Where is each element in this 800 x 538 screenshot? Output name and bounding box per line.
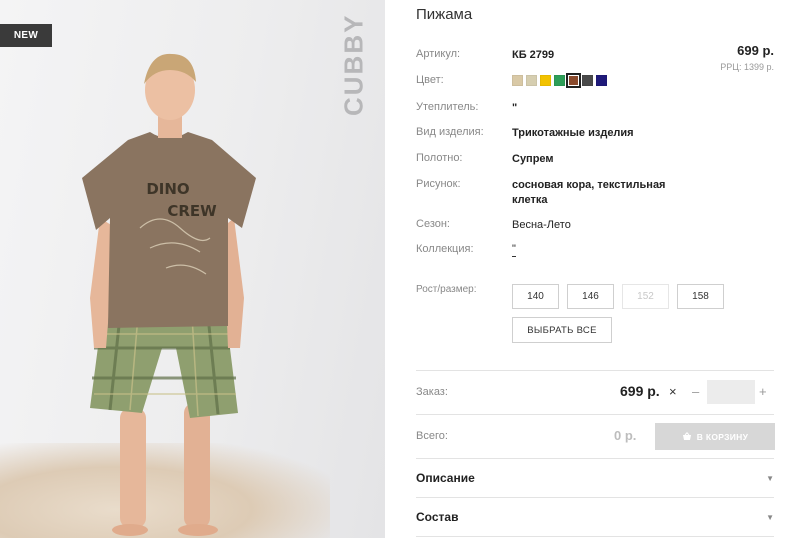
order-price: 699 р. — [620, 383, 660, 399]
color-swatch-7[interactable] — [596, 75, 607, 86]
size-selector-label-row: Рост/размер: — [416, 284, 512, 295]
product-price: 699 р. — [737, 43, 774, 58]
divider — [416, 458, 774, 459]
color-swatch-2[interactable] — [526, 75, 537, 86]
add-to-cart-button[interactable]: В КОРЗИНУ — [655, 423, 775, 450]
size-option-152: 152 — [622, 284, 669, 309]
divider — [416, 497, 774, 498]
color-swatch-6[interactable] — [582, 75, 593, 86]
basket-icon — [682, 432, 691, 440]
color-swatch-3[interactable] — [540, 75, 551, 86]
spec-season: Сезон: Весна-Лето — [416, 218, 571, 233]
color-swatches — [512, 73, 607, 88]
size-label: Рост/размер: — [416, 284, 477, 295]
total-value: 0 р. — [614, 428, 637, 443]
spec-label: Полотно: — [416, 152, 463, 164]
quantity-input[interactable] — [707, 380, 755, 404]
spec-value: " — [512, 243, 516, 257]
product-title: Пижама — [416, 6, 473, 23]
spec-label: Цвет: — [416, 74, 444, 86]
spec-label: Рисунок: — [416, 178, 461, 190]
product-photo[interactable]: NEW CUBBY DINO CREW — [0, 0, 385, 538]
chevron-down-icon: ▼ — [766, 473, 774, 483]
decrease-quantity-button[interactable]: – — [692, 384, 699, 399]
spec-value-line: сосновая кора, текстильная — [512, 179, 666, 191]
spec-value: Супрем — [512, 153, 554, 165]
spec-label: Вид изделия: — [416, 126, 484, 138]
divider — [416, 414, 774, 415]
shirt-print-line2: CREW — [167, 202, 217, 220]
color-swatch-4[interactable] — [554, 75, 565, 86]
divider — [416, 370, 774, 371]
new-badge: NEW — [0, 24, 52, 47]
divider — [416, 536, 774, 537]
model-figure: DINO CREW — [82, 53, 256, 536]
spec-pattern: Рисунок: сосновая кора, текстильная клет… — [416, 178, 665, 208]
total-label: Всего: — [416, 430, 448, 442]
chevron-down-icon: ▼ — [766, 512, 774, 522]
spec-insulation: Утеплитель: " — [416, 101, 517, 116]
spec-collection: Коллекция: " — [416, 243, 516, 257]
spec-label: Сезон: — [416, 218, 450, 230]
spec-label: Утеплитель: — [416, 101, 479, 113]
spec-label: Артикул: — [416, 48, 461, 60]
spec-value: " — [512, 102, 518, 114]
spec-value: КБ 2799 — [512, 49, 555, 61]
spec-article: Артикул: КБ 2799 — [416, 48, 554, 63]
order-label: Заказ: — [416, 386, 448, 398]
recommended-retail-price: РРЦ: 1399 р. — [720, 62, 774, 72]
brand-logo: CUBBY — [338, 13, 369, 117]
select-all-sizes-button[interactable]: ВЫБРАТЬ ВСЕ — [512, 317, 612, 343]
accordion-title: Описание — [416, 471, 475, 485]
size-option-158[interactable]: 158 — [677, 284, 724, 309]
size-option-146[interactable]: 146 — [567, 284, 614, 309]
add-to-cart-label: В КОРЗИНУ — [696, 431, 749, 442]
color-swatch-5[interactable] — [566, 73, 581, 88]
spec-value: Весна-Лето — [512, 219, 571, 231]
accordion-composition[interactable]: Состав ▼ — [416, 506, 774, 528]
accordion-description[interactable]: Описание ▼ — [416, 467, 774, 489]
spec-value: сосновая кора, текстильная клетка — [512, 178, 665, 208]
multiply-icon: × — [669, 384, 677, 399]
size-option-140[interactable]: 140 — [512, 284, 559, 309]
shirt-print-line1: DINO — [146, 180, 189, 198]
increase-quantity-button[interactable]: + — [759, 384, 767, 399]
size-options: 140 146 152 158 — [512, 284, 724, 309]
spec-item-type: Вид изделия: Трикотажные изделия — [416, 126, 634, 141]
spec-value-line: клетка — [512, 194, 548, 206]
accordion-title: Состав — [416, 510, 459, 524]
color-swatch-1[interactable] — [512, 75, 523, 86]
spec-color: Цвет: — [416, 74, 512, 86]
spec-fabric: Полотно: Супрем — [416, 152, 554, 167]
spec-label: Коллекция: — [416, 243, 474, 255]
spec-value: Трикотажные изделия — [512, 127, 634, 139]
